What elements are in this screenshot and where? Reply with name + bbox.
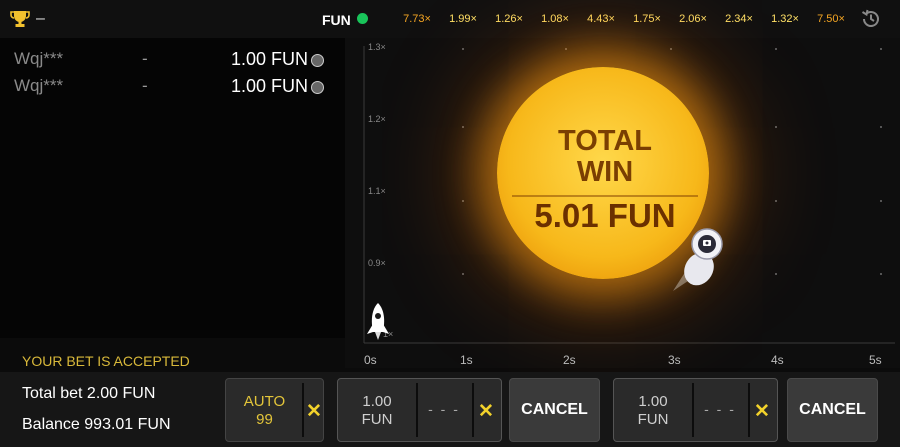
history-multiplier[interactable]: 2.06× — [670, 13, 716, 25]
currency-label[interactable]: FUN — [322, 12, 351, 28]
player-row: Wqj*** - 1.00 FUN — [0, 44, 345, 72]
history-multiplier[interactable]: 2.34× — [716, 13, 762, 25]
bet-amount-2[interactable]: 1.00 FUN — [614, 393, 692, 429]
cancel-button-1[interactable]: CANCEL — [509, 378, 600, 442]
auto-cashout-input-1[interactable]: - - - — [422, 401, 466, 417]
x-tick-label: 0s — [364, 353, 377, 367]
auto-cashout-input-2[interactable]: - - - — [698, 401, 742, 417]
y-tick-label: 1.2× — [368, 114, 386, 124]
leaderboard-value: – — [36, 10, 45, 27]
total-win-title: TOTAL WIN — [520, 126, 690, 188]
player-cashout: - — [142, 76, 148, 95]
bet-amount-currency: FUN — [361, 411, 393, 428]
player-row: Wqj*** - 1.00 FUN — [0, 71, 345, 99]
history-multiplier[interactable]: 1.08× — [532, 13, 578, 25]
auto-label: AUTO — [243, 393, 286, 410]
player-name: Wqj*** — [14, 76, 64, 95]
divider — [416, 383, 418, 437]
x-tick-label: 4s — [771, 353, 784, 367]
history-multiplier[interactable]: 4.43× — [578, 13, 624, 25]
trophy-icon[interactable] — [10, 9, 30, 29]
rocket-icon — [367, 303, 389, 340]
y-tick-label: 1.3× — [368, 42, 386, 52]
bet-amount-currency: FUN — [637, 411, 669, 428]
close-icon[interactable]: ✕ — [754, 400, 770, 423]
bet-panel-1[interactable]: 1.00 FUN - - - ✕ — [337, 378, 502, 442]
auto-play-button[interactable]: AUTO 99 — [226, 393, 303, 429]
x-tick-label: 2s — [563, 353, 576, 367]
total-win-line1: TOTAL — [558, 125, 652, 157]
top-bar: – FUN 7.73× 1.99× 1.26× 1.08× 4.43× 1.75… — [0, 0, 900, 38]
players-list: Wqj*** - 1.00 FUN Wqj*** - 1.00 FUN — [0, 38, 345, 338]
bet-amount-value: 1.00 — [638, 393, 668, 410]
x-tick-label: 1s — [460, 353, 473, 367]
total-win-line2: WIN — [576, 156, 634, 188]
close-icon[interactable]: ✕ — [306, 400, 322, 423]
x-tick-label: 3s — [668, 353, 681, 367]
divider — [302, 383, 304, 437]
astronaut-icon — [673, 228, 723, 291]
history-multiplier[interactable]: 1.32× — [762, 13, 808, 25]
history-icon[interactable] — [860, 8, 882, 30]
bet-status: YOUR BET IS ACCEPTED — [22, 353, 190, 369]
divider — [748, 383, 750, 437]
total-bet: Total bet 2.00 FUN — [22, 385, 156, 402]
y-tick-label: 1.1× — [368, 186, 386, 196]
connection-status-dot — [357, 13, 368, 24]
multiplier-history: 7.73× 1.99× 1.26× 1.08× 4.43× 1.75× 2.06… — [394, 13, 854, 25]
bet-amount-value: 1.00 — [362, 393, 392, 410]
coin-icon — [311, 81, 324, 94]
auto-count: 99 — [256, 411, 273, 428]
close-icon[interactable]: ✕ — [478, 400, 494, 423]
history-multiplier[interactable]: 7.73× — [394, 13, 440, 25]
player-bet: 1.00 FUN — [230, 49, 308, 69]
history-multiplier[interactable]: 7.50× — [808, 13, 854, 25]
bet-panel-2[interactable]: 1.00 FUN - - - ✕ — [613, 378, 778, 442]
balance: Balance 993.01 FUN — [22, 416, 171, 433]
x-tick-label: 5s — [869, 353, 882, 367]
history-multiplier[interactable]: 1.99× — [440, 13, 486, 25]
cancel-button-2[interactable]: CANCEL — [787, 378, 878, 442]
divider — [472, 383, 474, 437]
bet-amount-1[interactable]: 1.00 FUN — [338, 393, 416, 429]
history-multiplier[interactable]: 1.75× — [624, 13, 670, 25]
coin-icon — [311, 54, 324, 67]
player-cashout: - — [142, 49, 148, 68]
history-multiplier[interactable]: 1.26× — [486, 13, 532, 25]
player-name: Wqj*** — [14, 49, 64, 68]
y-tick-label: 0.9× — [368, 258, 386, 268]
divider — [692, 383, 694, 437]
auto-play-panel[interactable]: AUTO 99 ✕ — [225, 378, 324, 442]
player-bet: 1.00 FUN — [230, 76, 308, 96]
